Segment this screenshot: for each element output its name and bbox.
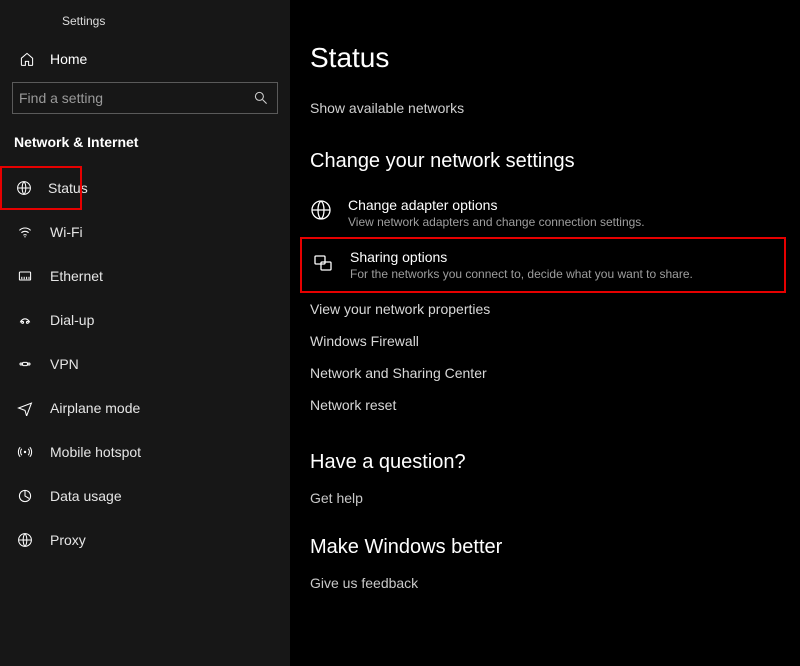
main-content: Status Show available networks Change yo… xyxy=(290,0,800,666)
sidebar-item-label: Airplane mode xyxy=(50,400,140,416)
sidebar-item-label: Status xyxy=(48,180,88,196)
page-title: Status xyxy=(310,42,800,74)
sidebar: Settings Home Network & Internet Status … xyxy=(0,0,290,666)
sidebar-item-label: Ethernet xyxy=(50,268,103,284)
view-network-properties-link[interactable]: View your network properties xyxy=(310,293,800,325)
sidebar-item-datausage[interactable]: Data usage xyxy=(0,474,290,518)
adapter-sub: View network adapters and change connect… xyxy=(348,215,645,229)
adapter-icon xyxy=(308,197,334,223)
hotspot-icon xyxy=(16,443,34,461)
sidebar-item-label: Mobile hotspot xyxy=(50,444,141,460)
search-input[interactable] xyxy=(19,90,253,106)
search-icon xyxy=(253,90,269,106)
sharing-label: Sharing options xyxy=(350,249,693,265)
search-field[interactable] xyxy=(12,82,278,114)
app-title: Settings xyxy=(0,10,290,42)
sidebar-item-label: Data usage xyxy=(50,488,122,504)
change-settings-heading: Change your network settings xyxy=(310,150,800,173)
sharing-options[interactable]: Sharing options For the networks you con… xyxy=(300,237,786,293)
data-usage-icon xyxy=(16,487,34,505)
sidebar-item-ethernet[interactable]: Ethernet xyxy=(0,254,290,298)
sidebar-item-label: VPN xyxy=(50,356,79,372)
proxy-icon xyxy=(16,531,34,549)
sidebar-item-label: Dial-up xyxy=(50,312,94,328)
sidebar-item-proxy[interactable]: Proxy xyxy=(0,518,290,562)
sidebar-item-status[interactable]: Status xyxy=(0,166,82,210)
make-windows-better-heading: Make Windows better xyxy=(310,536,800,559)
home-icon xyxy=(18,50,36,68)
sidebar-item-vpn[interactable]: VPN xyxy=(0,342,290,386)
sidebar-item-wifi[interactable]: Wi-Fi xyxy=(0,210,290,254)
have-question-heading: Have a question? xyxy=(310,451,800,474)
windows-firewall-link[interactable]: Windows Firewall xyxy=(310,325,800,357)
sharing-icon xyxy=(310,249,336,275)
sidebar-item-label: Wi-Fi xyxy=(50,224,83,240)
airplane-icon xyxy=(16,399,34,417)
section-title: Network & Internet xyxy=(0,128,290,160)
sidebar-item-hotspot[interactable]: Mobile hotspot xyxy=(0,430,290,474)
give-feedback-link[interactable]: Give us feedback xyxy=(310,575,800,591)
adapter-label: Change adapter options xyxy=(348,197,645,213)
home-button[interactable]: Home xyxy=(0,42,290,76)
sharing-sub: For the networks you connect to, decide … xyxy=(350,267,693,281)
network-sharing-center-link[interactable]: Network and Sharing Center xyxy=(310,357,800,389)
change-adapter-options[interactable]: Change adapter options View network adap… xyxy=(290,189,800,237)
home-label: Home xyxy=(50,51,87,67)
get-help-link[interactable]: Get help xyxy=(310,490,800,506)
vpn-icon xyxy=(16,355,34,373)
dialup-icon xyxy=(16,311,34,329)
sidebar-item-airplane[interactable]: Airplane mode xyxy=(0,386,290,430)
globe-icon xyxy=(16,179,32,197)
network-reset-link[interactable]: Network reset xyxy=(310,389,800,421)
show-available-networks-link[interactable]: Show available networks xyxy=(310,100,464,116)
sidebar-item-label: Proxy xyxy=(50,532,86,548)
ethernet-icon xyxy=(16,267,34,285)
sidebar-item-dialup[interactable]: Dial-up xyxy=(0,298,290,342)
wifi-icon xyxy=(16,223,34,241)
sidebar-nav: Status Wi-Fi Ethernet Dial-up VPN xyxy=(0,166,290,562)
